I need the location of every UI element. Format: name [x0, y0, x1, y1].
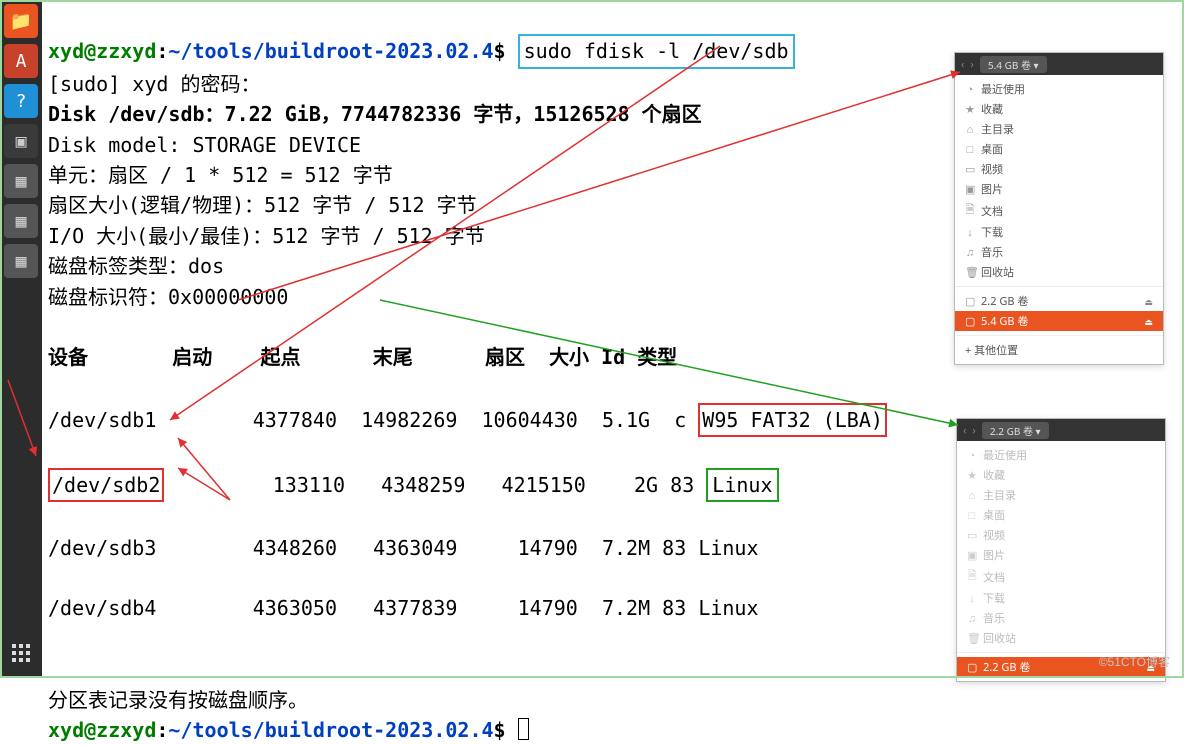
file-manager-2-2gb: ‹ › 2.2 GB 卷 ▾ ◔最近使用 ★收藏 ⌂主目录 □桌面 ▭视频 ▣图…: [956, 418, 1166, 682]
disk1-icon[interactable]: ▦: [4, 164, 38, 198]
ubuntu-launcher: 📁 A ? ▣ ▦ ▦ ▦: [0, 0, 42, 678]
list-item[interactable]: + 其他位置: [955, 340, 1163, 360]
list-item[interactable]: ⌂主目录: [955, 119, 1163, 139]
list-item[interactable]: ↓下载: [957, 588, 1165, 608]
list-item[interactable]: ♫音乐: [957, 608, 1165, 628]
list-item[interactable]: ↓下载: [955, 222, 1163, 242]
volume-badge[interactable]: 5.4 GB 卷 ▾: [980, 56, 1047, 73]
nav-back-icon[interactable]: ‹: [961, 57, 964, 72]
list-item[interactable]: 🗎文档: [957, 565, 1165, 588]
list-item[interactable]: ▢2.2 GB 卷⏏: [955, 291, 1163, 311]
prompt-path: ~/tools/buildroot-2023.02.4: [168, 718, 493, 742]
type-linux-highlight: Linux: [706, 468, 778, 502]
list-item[interactable]: ▭视频: [955, 159, 1163, 179]
fm-volumes: ▢2.2 GB 卷⏏ ▢5.4 GB 卷⏏: [955, 286, 1163, 335]
fm-header[interactable]: ‹ › 2.2 GB 卷 ▾: [957, 419, 1165, 441]
prompt-sep: :: [156, 39, 168, 63]
disk2-icon[interactable]: ▦: [4, 204, 38, 238]
fm-places-list: ◔最近使用 ★收藏 ⌂主目录 □桌面 ▭视频 ▣图片 🗎文档 ↓下载 ♫音乐 🗑…: [957, 441, 1165, 652]
note-line: 分区表记录没有按磁盘顺序。: [48, 688, 308, 712]
disk3-icon[interactable]: ▦: [4, 244, 38, 278]
file-manager-5-4gb: ‹ › 5.4 GB 卷 ▾ ◔最近使用 ★收藏 ⌂主目录 □桌面 ▭视频 ▣图…: [954, 52, 1164, 365]
list-item[interactable]: 🗑回收站: [955, 262, 1163, 282]
unit-line: 单元：扇区 / 1 * 512 = 512 字节: [48, 163, 393, 187]
label-line: 磁盘标签类型：dos: [48, 254, 224, 278]
fm-other: + 其他位置: [955, 335, 1163, 364]
list-item[interactable]: ◔最近使用: [955, 79, 1163, 99]
home-icon: ⌂: [965, 122, 975, 137]
volume-badge[interactable]: 2.2 GB 卷 ▾: [982, 422, 1049, 439]
nav-fwd-icon[interactable]: ›: [972, 423, 975, 438]
nav-back-icon[interactable]: ‹: [963, 423, 966, 438]
fm-header[interactable]: ‹ › 5.4 GB 卷 ▾: [955, 53, 1163, 75]
list-item[interactable]: ★收藏: [955, 99, 1163, 119]
disk-icon: ▢: [965, 294, 975, 309]
doc-icon: 🗎: [965, 201, 975, 220]
type-fat32-highlight: W95 FAT32 (LBA): [698, 403, 887, 437]
prompt-user: xyd@zzxyd: [48, 39, 156, 63]
list-item[interactable]: □桌面: [957, 505, 1165, 525]
nav-fwd-icon[interactable]: ›: [970, 57, 973, 72]
list-item[interactable]: ◔最近使用: [957, 445, 1165, 465]
list-item[interactable]: ▭视频: [957, 525, 1165, 545]
dev-sdb2-highlight: /dev/sdb2: [48, 468, 164, 502]
desktop-icon: □: [965, 142, 975, 157]
watermark: ©51CTO博客: [1099, 653, 1170, 670]
prompt-user: xyd@zzxyd: [48, 718, 156, 742]
sudo-line: [sudo] xyd 的密码：: [48, 72, 260, 96]
video-icon: ▭: [965, 162, 975, 177]
fm-places-list: ◔最近使用 ★收藏 ⌂主目录 □桌面 ▭视频 ▣图片 🗎文档 ↓下载 ♫音乐 🗑…: [955, 75, 1163, 286]
download-icon: ↓: [965, 225, 975, 240]
trash-icon: 🗑: [965, 265, 975, 280]
picture-icon: ▣: [965, 182, 975, 197]
eject-icon[interactable]: ⏏: [1144, 315, 1153, 328]
eject-icon[interactable]: ⏏: [1144, 295, 1153, 308]
music-icon: ♫: [965, 245, 975, 260]
ident-line: 磁盘标识符：0x00000000: [48, 285, 288, 309]
cursor-icon: [518, 718, 529, 740]
prompt-path: ~/tools/buildroot-2023.02.4: [168, 39, 493, 63]
list-item[interactable]: □桌面: [955, 139, 1163, 159]
show-apps-icon[interactable]: [4, 636, 38, 670]
software-icon[interactable]: A: [4, 44, 38, 78]
list-item[interactable]: 🗑回收站: [957, 628, 1165, 648]
terminal-icon[interactable]: ▣: [4, 124, 38, 158]
list-item[interactable]: ▣图片: [955, 179, 1163, 199]
list-item[interactable]: ★收藏: [957, 465, 1165, 485]
prompt-sign: $: [494, 39, 506, 63]
list-item[interactable]: ⌂主目录: [957, 485, 1165, 505]
list-item[interactable]: ♫音乐: [955, 242, 1163, 262]
sector-line: 扇区大小(逻辑/物理)：512 字节 / 512 字节: [48, 193, 477, 217]
list-item[interactable]: ▣图片: [957, 545, 1165, 565]
help-icon[interactable]: ?: [4, 84, 38, 118]
star-icon: ★: [965, 102, 975, 117]
model-line: Disk model: STORAGE DEVICE: [48, 133, 361, 157]
list-item-selected[interactable]: ▢5.4 GB 卷⏏: [955, 311, 1163, 331]
list-item[interactable]: 🗎文档: [955, 199, 1163, 222]
disk-icon: ▢: [965, 314, 975, 329]
command-highlight: sudo fdisk -l /dev/sdb: [518, 34, 795, 68]
disk-line: Disk /dev/sdb：7.22 GiB，7744782336 字节，151…: [48, 102, 702, 126]
recent-icon: ◔: [965, 82, 975, 97]
io-line: I/O 大小(最小/最佳)：512 字节 / 512 字节: [48, 224, 485, 248]
files-icon[interactable]: 📁: [4, 4, 38, 38]
